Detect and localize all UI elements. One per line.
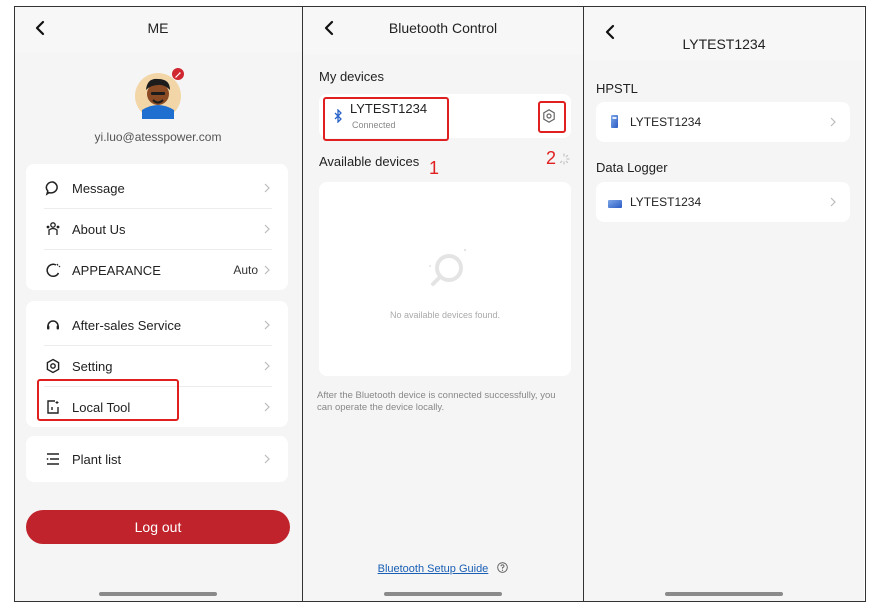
logout-button[interactable]: Log out [26,510,290,544]
bluetooth-setup-guide[interactable]: Bluetooth Setup Guide [303,562,583,575]
chevron-right-icon [828,116,838,128]
data-logger-device-name: LYTEST1234 [630,195,702,209]
data-logger-device-card[interactable]: LYTEST1234 [596,182,850,222]
help-icon[interactable] [497,562,509,573]
page-title: ME [147,20,169,36]
menu-group-2: After-sales Service Setting Local Tool [26,301,288,427]
edit-avatar-icon[interactable] [172,68,184,80]
device-settings-icon[interactable] [541,108,557,124]
page-title: LYTEST1234 [682,36,766,52]
device-name: LYTEST1234 [350,101,428,116]
menu-item-message[interactable]: Message [44,168,272,208]
empty-state-text: No available devices found. [389,310,501,320]
gear-icon [44,357,62,375]
device-screen: LYTEST1234 HPSTL LYTEST1234 Data Logger … [584,6,864,602]
setup-guide-link[interactable]: Bluetooth Setup Guide [378,563,489,575]
chevron-right-icon [262,182,272,194]
connection-hint: After the Bluetooth device is connected … [317,390,556,413]
menu-item-local-tool[interactable]: Local Tool [44,387,272,427]
hpstl-device-card[interactable]: LYTEST1234 [596,102,850,142]
data-logger-section-label: Data Logger [596,160,668,175]
chevron-right-icon [262,401,272,413]
data-logger-icon [608,197,622,208]
people-icon [44,220,62,238]
user-email: yi.luo@atesspower.com [94,130,222,144]
available-devices-card: No available devices found. [319,182,571,376]
page-title: Bluetooth Control [388,20,498,36]
inverter-icon [610,115,620,129]
connected-device-card[interactable]: LYTEST1234 Connected [319,94,571,138]
nav-bar: Bluetooth Control [303,6,583,54]
menu-item-setting[interactable]: Setting [44,346,272,386]
home-indicator [384,592,502,596]
available-devices-label: Available devices [319,154,420,169]
list-icon [44,450,62,468]
local-tool-icon [44,398,62,416]
annotation-2: 2 [546,148,557,168]
bluetooth-icon [333,108,343,124]
hpstl-section-label: HPSTL [596,81,638,96]
menu-item-after-sales[interactable]: After-sales Service [44,305,272,345]
nav-bar: LYTEST1234 [584,6,864,60]
menu-group-1: Message About Us APPEARANCE Auto [26,164,288,290]
home-indicator [665,592,783,596]
hpstl-device-name: LYTEST1234 [630,115,702,129]
menu-group-3: Plant list [26,436,288,482]
appearance-value: Auto [233,263,258,277]
menu-item-plant-list[interactable]: Plant list [44,439,272,479]
menu-item-appearance[interactable]: APPEARANCE Auto [44,250,272,290]
message-icon [44,179,62,197]
me-screen: ME yi.luo@atesspower.com Message About U… [14,6,302,602]
chevron-right-icon [262,360,272,372]
chevron-right-icon [262,319,272,331]
chevron-right-icon [828,196,838,208]
home-indicator [99,592,217,596]
bluetooth-control-screen: Bluetooth Control My devices LYTEST1234 … [303,6,583,602]
headset-icon [44,316,62,334]
theme-icon [44,261,62,279]
chevron-right-icon [262,264,272,276]
empty-search-icon [421,244,471,294]
chevron-right-icon [262,223,272,235]
device-status: Connected [352,120,396,130]
nav-bar: ME [14,6,302,52]
annotation-1: 1 [429,158,440,178]
menu-item-about-us[interactable]: About Us [44,209,272,249]
loading-spinner-icon [558,152,570,165]
chevron-right-icon [262,453,272,465]
my-devices-label: My devices [319,69,385,84]
